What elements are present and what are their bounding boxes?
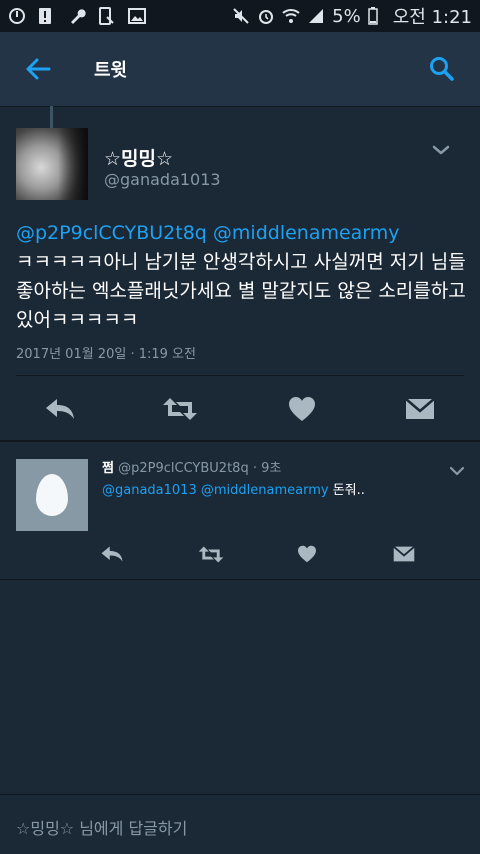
- reply-display-name[interactable]: 쩜: [102, 461, 114, 476]
- divider: [16, 375, 464, 376]
- chevron-down-icon: [432, 145, 450, 155]
- thread-connector-line: [50, 106, 53, 128]
- clock: 오전 1:21: [392, 7, 472, 28]
- mention-link[interactable]: @ganada1013: [102, 483, 197, 498]
- app-bar: 트윗: [0, 32, 480, 107]
- page-title: 트윗: [94, 60, 128, 81]
- heart-icon: [289, 397, 315, 421]
- retweet-button[interactable]: [162, 396, 198, 422]
- warning-icon: [38, 7, 56, 25]
- reply-header: 쩜 @p2P9clCCYBU2t8q · 9초: [102, 457, 281, 476]
- search-icon: [430, 57, 454, 81]
- tweet-actions: [0, 388, 480, 432]
- reply-text: @ganada1013 @middlenamearmy 돈줘..: [102, 479, 365, 498]
- direct-message-button[interactable]: [392, 543, 416, 565]
- signal-icon: [307, 7, 325, 25]
- device-icon: [98, 7, 116, 25]
- retweet-button[interactable]: [198, 543, 224, 565]
- mention-link[interactable]: @p2P9clCCYBU2t8q: [16, 222, 207, 244]
- reply-tweet[interactable]: 쩜 @p2P9clCCYBU2t8q · 9초 @ganada1013 @mid…: [0, 443, 480, 579]
- reply-compose-bar[interactable]: ☆밍밍☆ 님에게 답글하기: [0, 794, 480, 854]
- avatar[interactable]: [16, 459, 88, 531]
- search-button[interactable]: [424, 51, 460, 87]
- tweet-display-name[interactable]: ☆밍밍☆: [104, 144, 173, 171]
- egg-icon: [36, 474, 68, 516]
- direct-message-button[interactable]: [404, 396, 436, 422]
- envelope-icon: [393, 545, 415, 562]
- reply-menu-button[interactable]: [448, 463, 466, 477]
- battery-percent: 5%: [332, 5, 361, 27]
- battery-icon: [367, 7, 386, 25]
- mention-link[interactable]: @middlenamearmy: [201, 483, 329, 498]
- wifi-icon: [282, 7, 300, 25]
- wrench-icon: [68, 7, 86, 25]
- mention-link[interactable]: @middlenamearmy: [213, 222, 400, 244]
- mute-icon: [232, 7, 250, 25]
- reply-icon: [101, 546, 123, 562]
- tweet-text: @p2P9clCCYBU2t8q @middlenamearmy ㅋㅋㅋㅋㅋ아니…: [16, 219, 466, 335]
- reply-icon: [46, 399, 74, 419]
- avatar[interactable]: [16, 128, 88, 200]
- heart-icon: [298, 545, 316, 563]
- retweet-icon: [198, 546, 224, 562]
- back-button[interactable]: [20, 51, 56, 87]
- alarm-icon: [257, 7, 275, 25]
- retweet-icon: [163, 398, 197, 420]
- tweet-body: ㅋㅋㅋㅋㅋ아니 남기분 안생각하시고 사실꺼면 저기 님들좋아하는 엑소플래닛가…: [16, 251, 466, 331]
- reply-button[interactable]: [44, 396, 76, 422]
- app-notification-icon: [8, 7, 26, 25]
- reply-body: 돈줘..: [332, 483, 365, 498]
- like-button[interactable]: [286, 396, 318, 422]
- envelope-icon: [405, 398, 435, 419]
- reply-input-placeholder[interactable]: ☆밍밍☆ 님에게 답글하기: [16, 815, 187, 839]
- like-button[interactable]: [295, 543, 319, 565]
- reply-username[interactable]: @p2P9clCCYBU2t8q: [118, 461, 249, 476]
- tweet-timestamp: 2017년 01월 20일 · 1:19 오전: [16, 347, 196, 362]
- divider: [0, 579, 480, 580]
- reply-button[interactable]: [100, 543, 124, 565]
- reply-time: · 9초: [252, 461, 282, 476]
- tweet-username[interactable]: @ganada1013: [104, 170, 221, 189]
- status-bar: 5% 오전 1:21: [0, 0, 480, 32]
- back-arrow-icon: [26, 58, 51, 80]
- chevron-down-icon: [449, 466, 465, 476]
- divider: [0, 440, 480, 442]
- image-icon: [128, 7, 146, 25]
- tweet-menu-button[interactable]: [430, 142, 452, 158]
